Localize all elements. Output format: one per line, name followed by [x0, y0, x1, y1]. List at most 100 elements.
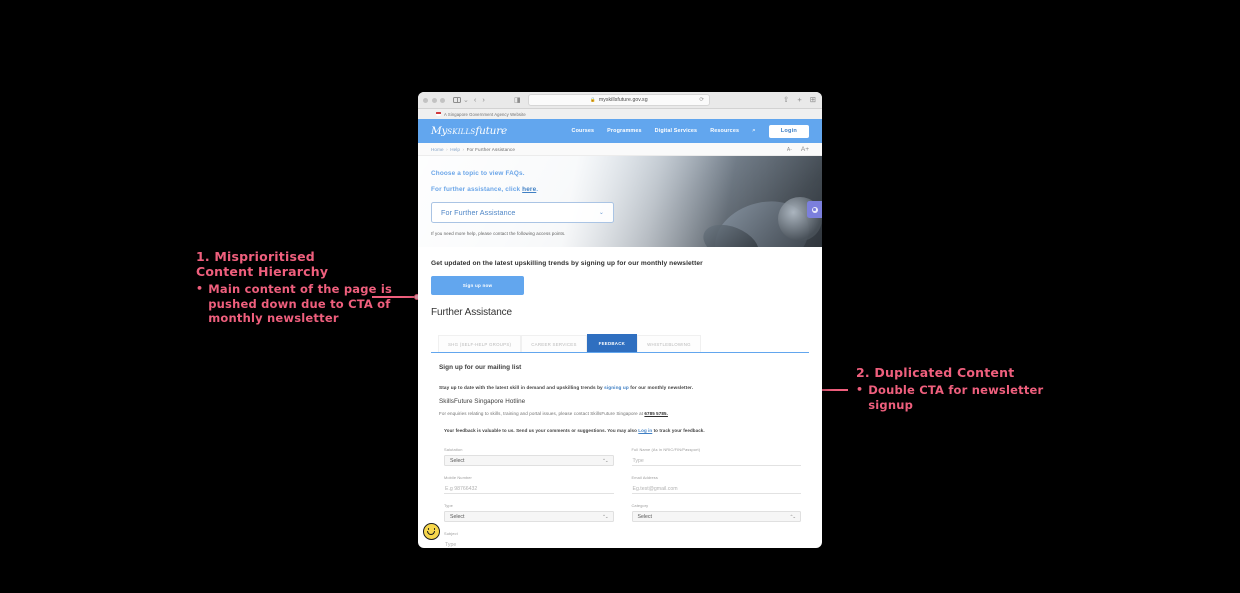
share-icon[interactable]: ⇧ — [783, 96, 789, 104]
window-traffic-lights[interactable] — [423, 97, 445, 103]
login-button[interactable]: Login — [768, 124, 809, 138]
font-increase-button[interactable]: A+ — [801, 146, 809, 153]
label-salutation: Salutation — [444, 447, 463, 452]
hero-content: Choose a topic to view FAQs. For further… — [418, 156, 822, 236]
input-full-name[interactable]: Type — [631, 455, 801, 466]
chevron-down-icon[interactable]: ⌄ — [463, 96, 469, 104]
logo-skills: SKILLS — [447, 128, 476, 136]
breadcrumb-separator-icon: › — [446, 146, 448, 152]
close-window-icon[interactable] — [423, 97, 428, 103]
stepper-icon: ⌃⌄ — [602, 457, 608, 463]
hero-line2-suffix: . — [536, 186, 539, 193]
smiley-eye-left — [427, 527, 430, 530]
breadcrumb-item-home[interactable]: Home — [431, 147, 444, 152]
field-email-address: Email Address Eg.test@gmail.com — [631, 475, 801, 494]
annotation-2-bullet-text: Double CTA for newsletter signup — [868, 383, 1044, 412]
tab-feedback[interactable]: FEEDBACK — [586, 334, 638, 352]
stepper-icon: ⌃⌄ — [789, 513, 796, 519]
input-subject[interactable]: Type — [444, 539, 801, 548]
select-salutation[interactable]: Select ⌃⌄ — [444, 455, 614, 466]
label-type: Type — [444, 503, 453, 508]
nav-item-digital-services[interactable]: Digital Services — [655, 128, 698, 134]
nav-item-courses[interactable]: Courses — [572, 128, 595, 134]
accessibility-icon — [811, 206, 818, 213]
login-link[interactable]: Log in — [638, 428, 652, 433]
singapore-flag-icon — [436, 112, 441, 116]
select-type[interactable]: Select ⌃⌄ — [444, 511, 614, 522]
bullet-dot-icon: • — [856, 383, 864, 396]
annotation-duplicated-content: 2. Duplicated Content • Double CTA for n… — [856, 365, 1046, 412]
topic-select-dropdown[interactable]: For Further Assistance ⌄ — [431, 202, 614, 223]
browser-window: ⌄ ‹ › ◨ 🔒 myskillsfuture.gov.sg ⟳ ⇧ + ⊞ … — [418, 92, 822, 548]
field-subject: Subject Type — [444, 531, 801, 548]
reader-view-icon[interactable]: ◨ — [514, 96, 521, 104]
hero-here-link[interactable]: here — [522, 186, 536, 193]
hotline-prefix: For enquiries relating to skills, traini… — [439, 411, 645, 416]
sidebar-toggle-icon[interactable] — [453, 96, 461, 104]
label-mobile-number: Mobile Number — [444, 475, 472, 480]
select-type-value: Select — [450, 513, 465, 520]
feedback-smiley-icon[interactable] — [423, 523, 440, 540]
annotation-1-title: 1. Misprioritised Content Hierarchy — [196, 249, 329, 279]
back-icon[interactable]: ‹ — [474, 96, 477, 104]
page-title: Further Assistance — [431, 307, 513, 318]
minimize-window-icon[interactable] — [431, 97, 437, 103]
mailing-list-paragraph: Stay up to date with the latest skill in… — [439, 385, 801, 390]
signing-up-link[interactable]: signing up — [604, 385, 629, 390]
breadcrumb-item-current: For Further Assistance — [466, 146, 515, 152]
toolbar-right-actions: ⇧ + ⊞ — [783, 96, 816, 104]
government-banner[interactable]: A Singapore Government Agency Website — [418, 109, 822, 119]
leader-line-1 — [372, 296, 416, 298]
select-category[interactable]: Select ⌃⌄ — [631, 511, 801, 522]
nav-item-programmes[interactable]: Programmes — [607, 128, 641, 134]
annotation-2-bullet: • Double CTA for newsletter signup — [856, 383, 1046, 412]
bullet-dot-icon: • — [196, 282, 204, 295]
smiley-mouth — [427, 531, 436, 535]
new-tab-icon[interactable]: + — [797, 96, 801, 104]
annotation-2-title: 2. Duplicated Content — [856, 365, 1015, 380]
nav-item-resources[interactable]: Resources — [710, 128, 739, 134]
select-salutation-value: Select — [450, 457, 465, 464]
stepper-icon: ⌃⌄ — [602, 513, 608, 519]
forward-icon[interactable]: › — [482, 96, 485, 104]
select-category-value: Select — [637, 513, 652, 520]
breadcrumb-item-help[interactable]: Help — [450, 147, 460, 152]
newsletter-heading: Get updated on the latest upskilling tre… — [431, 260, 703, 267]
government-banner-text: A Singapore Government Agency Website — [444, 111, 526, 117]
hero-banner: Choose a topic to view FAQs. For further… — [418, 156, 822, 247]
chevron-down-icon: ⌄ — [598, 210, 604, 216]
smiley-face — [426, 527, 437, 536]
accessibility-float-button[interactable] — [807, 201, 822, 218]
tab-career-services[interactable]: CAREER SERVICES — [521, 335, 587, 352]
mailing-para-suffix: for our monthly newsletter. — [628, 385, 694, 390]
field-full-name: Full Name (As in NRIC/FIN/Passport) Type — [631, 447, 801, 466]
main-navigation: Courses Programmes Digital Services Reso… — [572, 124, 809, 138]
input-mobile-number[interactable]: E.g 98766432 — [444, 483, 614, 494]
hero-line-further-assistance: For further assistance, click here. — [431, 186, 809, 193]
search-icon[interactable]: ⌕ — [752, 127, 756, 135]
reload-icon[interactable]: ⟳ — [699, 97, 704, 103]
address-bar[interactable]: 🔒 myskillsfuture.gov.sg ⟳ — [528, 94, 710, 106]
site-header: MySKILLSfuture Courses Programmes Digita… — [418, 119, 822, 143]
annotation-misprioritised-hierarchy: 1. Misprioritised Content Hierarchy • Ma… — [196, 249, 406, 326]
hotline-number[interactable]: 6785 5785. — [644, 411, 668, 416]
field-type: Type Select ⌃⌄ — [444, 503, 614, 522]
tab-whistleblowing[interactable]: WHISTLEBLOWING — [637, 335, 701, 352]
mailing-para-prefix: Stay up to date with the latest skill in… — [439, 385, 605, 390]
logo-future: future — [475, 125, 508, 137]
font-decrease-button[interactable]: A- — [787, 147, 792, 153]
annotation-1-bullet-text: Main content of the page is pushed down … — [208, 282, 393, 325]
breadcrumb: Home › Help › For Further Assistance A- … — [418, 143, 822, 156]
topic-select-value: For Further Assistance — [441, 208, 516, 217]
tab-shg-self-help-groups[interactable]: SHG (SELF-HELP GROUPS) — [438, 335, 522, 352]
input-email-address[interactable]: Eg.test@gmail.com — [631, 483, 801, 494]
feedback-note-suffix: to track your feedback. — [652, 428, 705, 433]
tab-overview-icon[interactable]: ⊞ — [810, 96, 816, 104]
annotation-1-bullet: • Main content of the page is pushed dow… — [196, 282, 406, 326]
tab-panel-feedback: Sign up for our mailing list Stay up to … — [431, 353, 809, 548]
signup-now-button[interactable]: Sign up now — [431, 276, 524, 295]
maximize-window-icon[interactable] — [440, 97, 445, 103]
breadcrumb-separator-icon: › — [462, 146, 465, 152]
site-logo[interactable]: MySKILLSfuture — [431, 125, 507, 137]
field-salutation: Salutation Select ⌃⌄ — [444, 447, 614, 466]
